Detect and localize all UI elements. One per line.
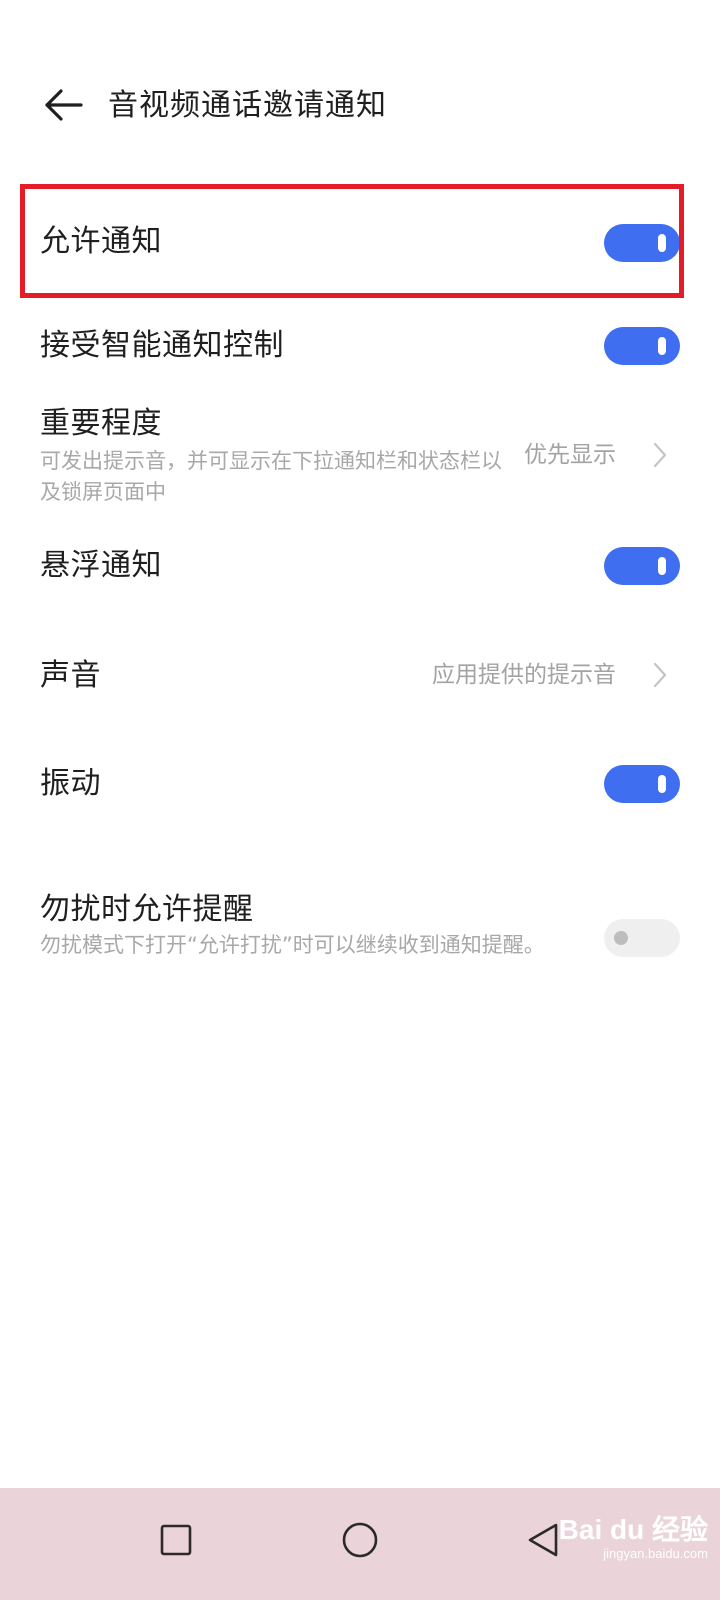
triangle-back-icon — [528, 1523, 558, 1557]
toggle-knob — [658, 337, 666, 355]
floating-notifications-toggle[interactable] — [604, 547, 680, 585]
square-icon — [160, 1524, 192, 1556]
setting-row-smart-notification-control[interactable]: 接受智能通知控制 — [0, 310, 720, 384]
setting-label: 声音 — [40, 658, 101, 693]
setting-row-floating-notifications[interactable]: 悬浮通知 — [0, 530, 720, 604]
setting-row-vibration[interactable]: 振动 — [0, 748, 720, 822]
setting-row-sound[interactable]: 声音 应用提供的提示音 — [0, 642, 720, 716]
importance-value: 优先显示 — [524, 442, 616, 468]
setting-label: 悬浮通知 — [40, 548, 162, 583]
setting-label: 接受智能通知控制 — [40, 328, 284, 363]
chevron-right-icon — [648, 658, 672, 692]
setting-description: 勿扰模式下打开“允许打扰”时可以继续收到通知提醒。 — [40, 933, 545, 957]
header-bar: 音视频通话邀请通知 — [0, 64, 720, 144]
toggle-knob — [658, 557, 666, 575]
setting-label: 振动 — [40, 766, 101, 801]
baidu-jingyan-watermark: Bai du 经验 jingyan.baidu.com — [559, 1514, 708, 1562]
setting-row-dnd-allow-reminders[interactable]: 勿扰时允许提醒 勿扰模式下打开“允许打扰”时可以继续收到通知提醒。 — [0, 886, 720, 996]
sound-value: 应用提供的提示音 — [432, 662, 616, 688]
setting-description: 可发出提示音，并可显示在下拉通知栏和状态栏以及锁屏页面中 — [40, 449, 502, 504]
chevron-right-icon — [648, 438, 672, 472]
back-button[interactable] — [40, 82, 86, 128]
setting-label: 重要程度 — [40, 406, 162, 441]
system-nav-bar: Bai du 经验 jingyan.baidu.com — [0, 1488, 720, 1600]
vibration-toggle[interactable] — [604, 765, 680, 803]
watermark-url: jingyan.baidu.com — [603, 1546, 708, 1561]
setting-row-importance[interactable]: 重要程度 可发出提示音，并可显示在下拉通知栏和状态栏以及锁屏页面中 优先显示 — [0, 396, 720, 516]
highlight-box — [20, 184, 684, 298]
arrow-left-icon — [45, 89, 83, 121]
page-title: 音视频通话邀请通知 — [108, 88, 387, 123]
watermark-logo-text: Bai du 经验 — [558, 1514, 708, 1545]
setting-label: 勿扰时允许提醒 — [40, 892, 254, 927]
recents-button[interactable] — [146, 1510, 206, 1570]
toggle-knob — [614, 931, 628, 945]
home-button[interactable] — [330, 1510, 390, 1570]
smart-notification-toggle[interactable] — [604, 327, 680, 365]
toggle-knob — [658, 775, 666, 793]
dnd-allow-reminders-toggle[interactable] — [604, 919, 680, 957]
circle-icon — [342, 1522, 378, 1558]
